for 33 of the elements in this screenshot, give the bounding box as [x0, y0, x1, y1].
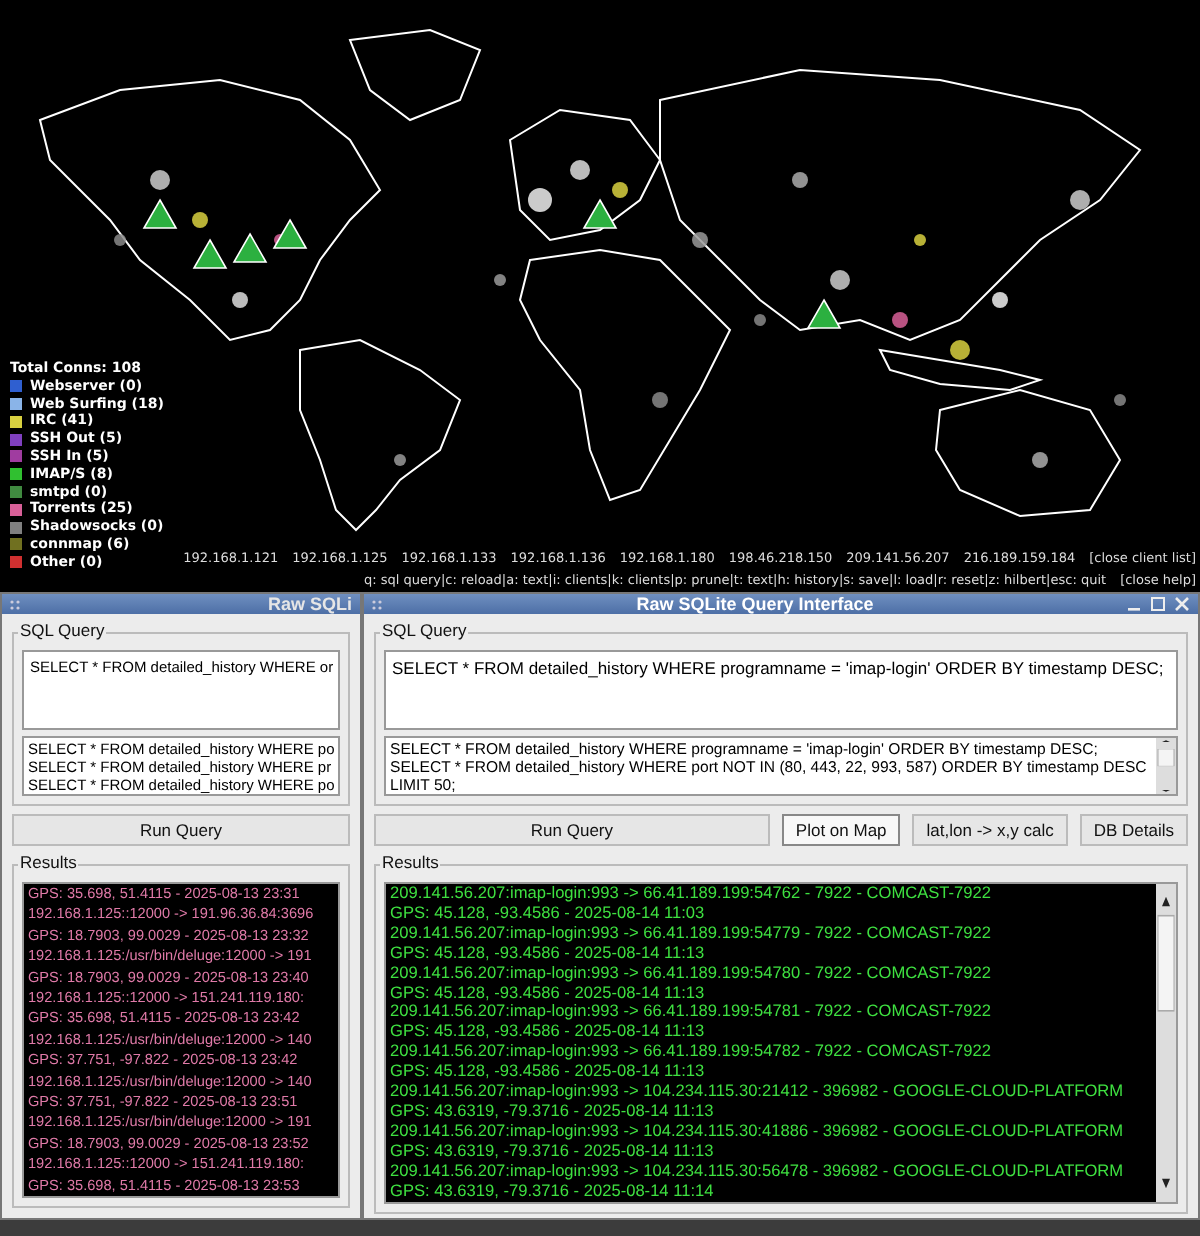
query-input[interactable]: SELECT * FROM detailed_history WHERE programname = 'imap-login' ORDER BY timestamp DESC;: [384, 650, 1178, 730]
action-button[interactable]: DB Details: [1079, 814, 1188, 846]
group-label: SQL Query: [380, 620, 469, 640]
result-line: GPS: 43.6319, -79.3716 - 2025-08-14 11:13: [390, 1101, 716, 1122]
result-line: 209.141.56.207:imap-login:993 -> 104.234.115.30:56478 - 396982 - GOOGLE-CLOUD-PLATFORM: [390, 1161, 1126, 1182]
grip-icon: [372, 599, 384, 609]
result-line: GPS: 45.128, -93.4586 - 2025-08-14 11:13: [390, 943, 707, 964]
result-line: 209.141.56.207:imap-login:993 -> 66.41.189.199:54782 - 7922 - COMCAST-7922: [390, 1042, 994, 1063]
result-line: 209.141.56.207:imap-login:993 -> 66.41.189.199:54762 - 7922 - COMCAST-7922: [390, 884, 994, 904]
window-title: Raw SQLi: [265, 594, 352, 614]
grip-icon: [10, 599, 22, 609]
result-line: 209.141.56.207:imap-login:993 -> 104.234.115.30:41886 - 396982 - GOOGLE-CLOUD-PLATFORM: [390, 1121, 1126, 1142]
result-line: 209.141.56.207:imap-login:993 -> 66.41.189.199:54779 - 7922 - COMCAST-7922: [390, 923, 994, 944]
action-button[interactable]: Run Query: [12, 814, 350, 846]
action-button[interactable]: Run Query: [374, 814, 770, 846]
result-line: 209.141.56.207:imap-login:993 -> 104.234.115.30:21412 - 396982 - GOOGLE-CLOUD-PLATFORM: [390, 1082, 1126, 1102]
result-line: GPS: 43.6319, -79.3716 - 2025-08-14 11:13: [390, 1141, 716, 1162]
window-title: Raw SQLite Query Interface: [634, 594, 876, 614]
maximize-icon[interactable]: [1150, 596, 1166, 612]
result-line: GPS: 45.128, -93.4586 - 2025-08-14 11:13: [390, 983, 707, 1003]
close-icon[interactable]: [1174, 596, 1190, 612]
result-line: GPS: 43.6319, -79.3716 - 2025-08-14 11:14: [390, 1181, 716, 1201]
group-label: Results: [380, 852, 441, 872]
result-line: GPS: 45.128, -93.4586 - 2025-08-14 11:03: [390, 903, 707, 924]
action-button[interactable]: Plot on Map: [781, 814, 901, 846]
result-line: GPS: 45.128, -93.4586 - 2025-08-14 11:13: [390, 1022, 707, 1043]
result-line: GPS: 45.128, -93.4586 - 2025-08-14 11:13: [390, 1062, 707, 1083]
group-label: Results: [18, 852, 79, 872]
group-label: SQL Query: [18, 620, 107, 640]
action-button[interactable]: lat,lon -> x,y calc: [912, 814, 1068, 846]
result-line: 209.141.56.207:imap-login:993 -> 66.41.189.199:54781 - 7922 - COMCAST-7922: [390, 1002, 994, 1023]
scrollbar[interactable]: [1156, 738, 1176, 794]
result-line: 209.141.56.207:imap-login:993 -> 66.41.189.199:54780 - 7922 - COMCAST-7922: [390, 963, 994, 984]
